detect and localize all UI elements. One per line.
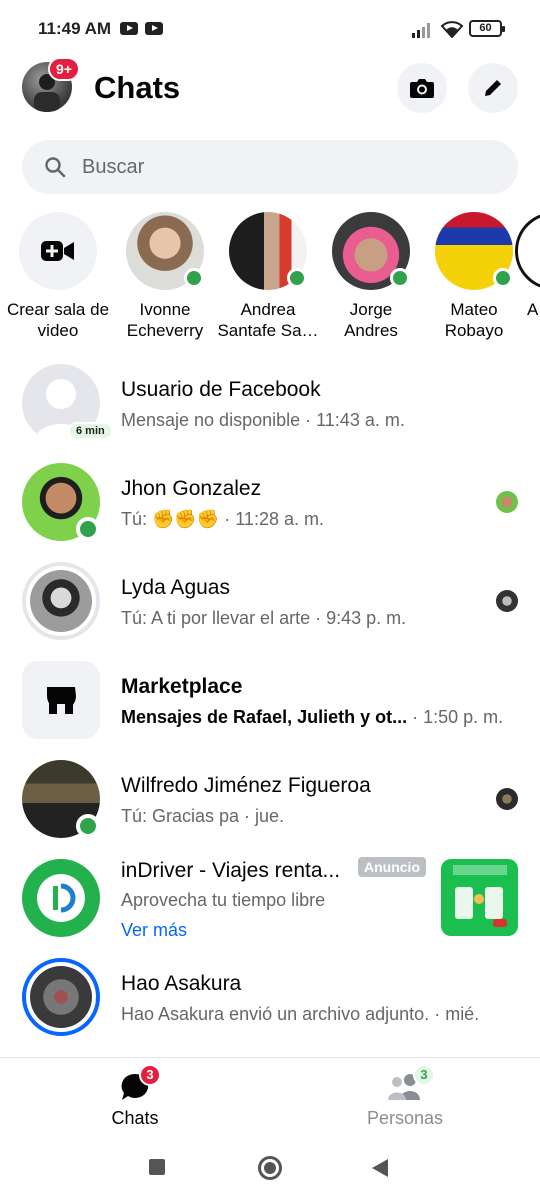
wifi-icon	[440, 21, 464, 38]
home-icon[interactable]	[258, 1156, 282, 1180]
search-bar[interactable]	[22, 140, 518, 194]
notification-badge: 9+	[48, 57, 80, 81]
tab-label: Personas	[366, 1108, 444, 1128]
story-label: Crear sala de video	[6, 300, 110, 340]
online-indicator	[184, 268, 204, 288]
active-contacts-row: Crear sala de video Ivonne Echeverry Andre…	[0, 212, 540, 347]
story-label: Andrea Santafe Sa…	[217, 300, 319, 340]
chat-row[interactable]: Lyda Aguas Tú: A ti por llevar el arte ·…	[0, 562, 540, 658]
story-label: Mateo Robayo	[444, 300, 504, 340]
chat-row[interactable]: 6 min Usuario de Facebook Mensaje no dis…	[0, 364, 540, 460]
contact-avatar	[126, 212, 204, 290]
pencil-icon	[485, 80, 501, 96]
chat-avatar	[22, 958, 100, 1036]
recents-icon[interactable]	[149, 1159, 165, 1175]
story-contact[interactable]: Ivonne Echeverry	[113, 212, 217, 341]
tab-label: Chats	[111, 1108, 159, 1128]
online-indicator	[76, 814, 100, 838]
tab-chats[interactable]: 3 Chats	[0, 1058, 270, 1138]
chat-row-marketplace[interactable]: Marketplace Mensajes de Rafael, Julieth …	[0, 661, 540, 757]
create-room-button[interactable]: Crear sala de video	[6, 212, 110, 341]
chat-name: Usuario de Facebook	[121, 378, 321, 401]
chat-row[interactable]: Jhon Gonzalez Tú: ✊✊✊ · 11:28 a. m.	[0, 463, 540, 559]
chat-name: Jhon Gonzalez	[121, 477, 262, 500]
chat-name: inDriver - Viajes renta...	[121, 859, 341, 882]
story-contact[interactable]: Mateo Robayo	[422, 212, 526, 341]
chat-avatar	[22, 562, 100, 640]
chat-row[interactable]: Hao Asakura Hao Asakura envió un archivo…	[0, 958, 540, 1054]
chat-name: Lyda Aguas	[121, 576, 230, 599]
online-indicator	[76, 517, 100, 541]
chat-name: Marketplace	[121, 675, 243, 698]
story-label: A	[527, 300, 539, 319]
chat-row[interactable]: Wilfredo Jiménez Figueroa Tú: Gracias pa…	[0, 760, 540, 856]
chat-preview: Tú: A ti por llevar el arte · 9:43 p. m.	[121, 608, 407, 628]
chat-preview: Mensaje no disponible · 11:43 a. m.	[121, 410, 405, 430]
contact-avatar	[332, 212, 410, 290]
story-label: Ivonne Echeverry	[126, 300, 204, 340]
ad-image[interactable]	[441, 859, 518, 936]
chat-preview: Tú: ✊✊✊ · 11:28 a. m.	[121, 509, 324, 529]
chat-name: Wilfredo Jiménez Figueroa	[121, 774, 371, 797]
chat-preview: Aprovecha tu tiempo libre	[121, 890, 326, 910]
seen-avatar	[496, 590, 518, 612]
online-indicator	[287, 268, 307, 288]
seen-avatar	[496, 491, 518, 513]
contact-avatar	[435, 212, 513, 290]
people-badge: 3	[413, 1064, 435, 1086]
chat-avatar	[22, 661, 100, 739]
chat-preview: Tú: Gracias pa · jue.	[121, 806, 285, 826]
status-time: 11:49 AM	[38, 19, 112, 38]
online-indicator	[493, 268, 513, 288]
chat-name: Hao Asakura	[121, 972, 242, 995]
chats-badge: 3	[139, 1064, 161, 1086]
online-indicator	[390, 268, 410, 288]
store-icon	[47, 687, 76, 714]
story-contact[interactable]: Jorge Andres	[319, 212, 423, 341]
contact-avatar	[515, 212, 540, 290]
search-icon	[45, 157, 66, 178]
battery-icon: 60	[469, 20, 505, 37]
page-title: Chats	[94, 70, 181, 105]
story-contact[interactable]: A	[515, 212, 540, 320]
see-more-link[interactable]: Ver más	[121, 920, 187, 941]
search-input[interactable]	[82, 140, 502, 194]
fist-emoji: ✊✊✊	[152, 509, 220, 529]
contact-avatar	[229, 212, 307, 290]
bottom-nav: 3 Chats 3 Personas	[0, 1057, 540, 1137]
indriver-logo-icon	[37, 874, 85, 922]
ad-avatar	[22, 859, 100, 937]
youtube-notification-icon	[145, 22, 163, 35]
seen-avatar	[496, 788, 518, 810]
chat-preview: Hao Asakura envió un archivo adjunto. · …	[121, 1004, 480, 1024]
system-nav-bar	[0, 1137, 540, 1200]
camera-icon	[410, 79, 434, 98]
chat-preview: Mensajes de Rafael, Julieth y ot... · 1:…	[121, 707, 504, 727]
youtube-notification-icon	[120, 22, 138, 35]
tab-people[interactable]: 3 Personas	[270, 1058, 540, 1138]
video-plus-icon	[41, 241, 74, 261]
story-label: Jorge Andres	[344, 300, 398, 340]
signal-icon	[412, 23, 430, 38]
compose-button[interactable]	[468, 63, 518, 113]
status-bar: 11:49 AM 60	[0, 0, 540, 58]
camera-button[interactable]	[397, 63, 447, 113]
back-icon[interactable]	[371, 1158, 389, 1178]
story-contact[interactable]: Andrea Santafe Sa…	[216, 212, 320, 341]
ad-label: Anuncio	[358, 857, 426, 877]
active-time-badge: 6 min	[68, 422, 113, 440]
